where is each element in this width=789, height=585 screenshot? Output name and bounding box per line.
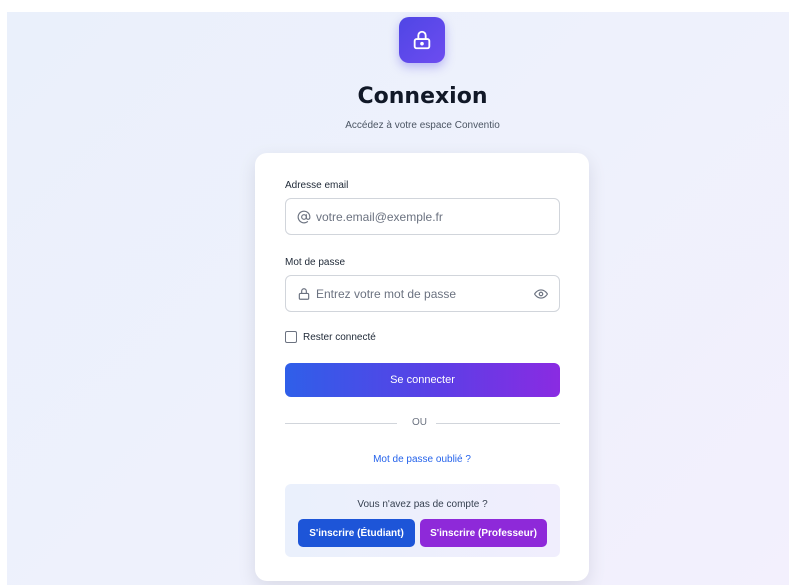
- page-subtitle: Accédez à votre espace Conventio: [345, 120, 500, 131]
- page-title: Connexion: [357, 84, 488, 109]
- eye-icon[interactable]: [533, 287, 549, 301]
- email-field[interactable]: votre.email@exemple.fr: [285, 198, 560, 235]
- password-label: Mot de passe: [285, 257, 346, 268]
- remember-me-label[interactable]: Rester connecté: [303, 332, 376, 343]
- app-logo: [399, 17, 445, 63]
- divider-line-right: [436, 423, 560, 424]
- login-card: Adresse email votre.email@exemple.fr Mot…: [255, 153, 589, 581]
- remember-me-checkbox[interactable]: [285, 331, 297, 343]
- signup-student-button[interactable]: S'inscrire (Étudiant): [298, 519, 415, 547]
- or-divider: OU: [285, 417, 560, 429]
- password-placeholder: Entrez votre mot de passe: [316, 287, 457, 301]
- lock-icon: [296, 286, 312, 302]
- divider-text: OU: [412, 417, 427, 428]
- signup-question: Vous n'avez pas de compte ?: [357, 499, 488, 510]
- lock-icon: [413, 30, 431, 50]
- email-label: Adresse email: [285, 180, 349, 191]
- forgot-password-link[interactable]: Mot de passe oublié ?: [255, 454, 589, 465]
- at-icon: [296, 209, 312, 225]
- password-field[interactable]: Entrez votre mot de passe: [285, 275, 560, 312]
- remember-me-row: Rester connecté: [285, 331, 376, 343]
- signup-box: Vous n'avez pas de compte ? S'inscrire (…: [285, 484, 560, 557]
- email-placeholder: votre.email@exemple.fr: [316, 210, 443, 224]
- divider-line-left: [285, 423, 397, 424]
- signup-professor-button[interactable]: S'inscrire (Professeur): [420, 519, 547, 547]
- login-button[interactable]: Se connecter: [285, 363, 560, 397]
